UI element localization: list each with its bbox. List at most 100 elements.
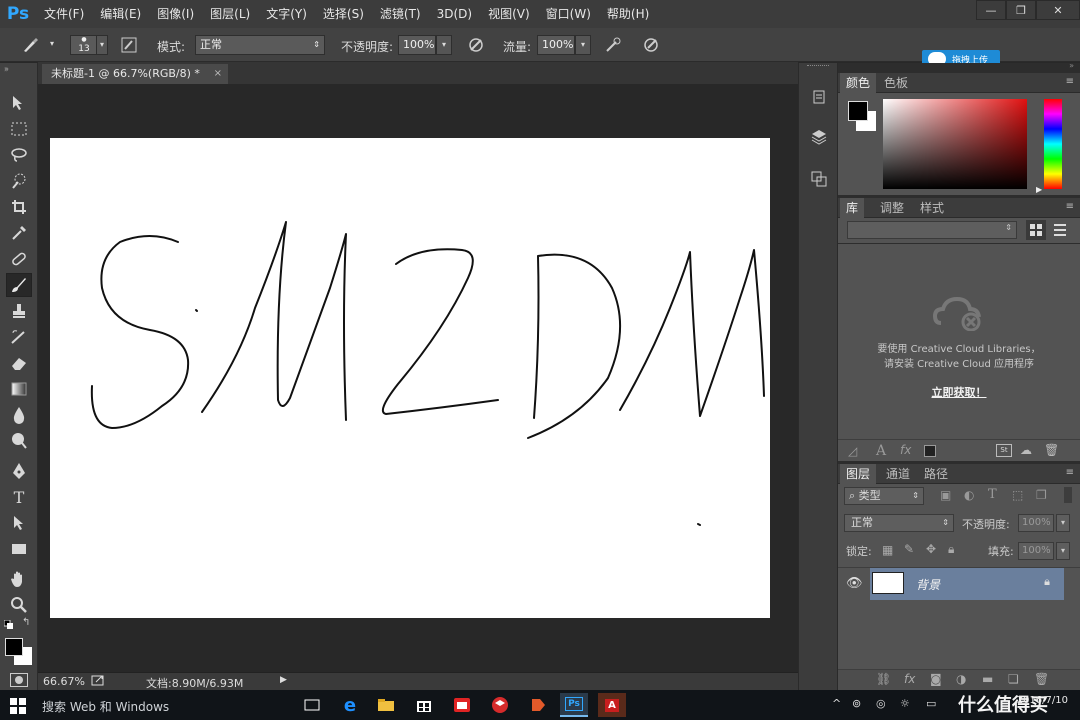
task-view-icon[interactable] (298, 693, 326, 717)
menu-select[interactable]: 选择(S) (315, 0, 372, 28)
tab-swatches[interactable]: 色板 (878, 73, 914, 93)
pen-icon[interactable] (6, 459, 32, 483)
stock-icon[interactable]: St (996, 444, 1012, 457)
color-field[interactable] (883, 99, 1027, 189)
layer-row-background[interactable]: 👁︎ 背景 🔒︎ (838, 567, 1080, 600)
brush-icon[interactable] (6, 273, 32, 297)
link-layers-icon[interactable]: ⛓︎ (876, 672, 891, 686)
layer-opacity-dropdown[interactable]: ▾ (1056, 514, 1070, 532)
brush-size-picker[interactable]: ● 13 (70, 35, 98, 55)
file-explorer-icon[interactable] (372, 693, 400, 717)
flow-input[interactable]: 100% (537, 35, 575, 55)
opacity-dropdown[interactable]: ▾ (436, 35, 452, 55)
dodge-icon[interactable] (6, 429, 32, 453)
menu-image[interactable]: 图像(I) (149, 0, 202, 28)
app-red-icon[interactable] (448, 693, 476, 717)
history-brush-icon[interactable] (6, 325, 32, 349)
hand-icon[interactable] (6, 567, 32, 591)
close-button[interactable]: ✕ (1036, 0, 1080, 20)
lock-position-icon[interactable]: ✥ (926, 542, 936, 556)
photoshop-taskbar-icon[interactable]: Ps (560, 693, 588, 717)
layer-fx-icon[interactable]: fx (904, 672, 915, 686)
quick-select-icon[interactable] (6, 169, 32, 193)
marquee-icon[interactable] (6, 117, 32, 141)
close-tab-icon[interactable]: × (214, 64, 222, 84)
properties-panel-icon[interactable] (807, 125, 831, 149)
brush-panel-toggle-icon[interactable] (118, 35, 140, 55)
new-layer-icon[interactable]: ❏ (1008, 672, 1019, 686)
menu-help[interactable]: 帮助(H) (599, 0, 657, 28)
eyedropper-icon[interactable] (6, 221, 32, 245)
document-canvas[interactable] (50, 138, 770, 618)
gradient-icon[interactable] (6, 377, 32, 401)
restore-button[interactable]: ❐ (1006, 0, 1036, 20)
tray-expand-icon[interactable]: ^ (832, 697, 841, 710)
tray-notify-icon[interactable]: ▭ (926, 697, 936, 710)
blend-mode-select[interactable]: 正常 ⇕ (844, 514, 954, 532)
healing-icon[interactable] (6, 247, 32, 271)
color-panel-menu-icon[interactable]: ≡ (1066, 76, 1074, 87)
document-tab[interactable]: 未标题-1 @ 66.7%(RGB/8) * × (42, 64, 228, 84)
tab-paths[interactable]: 路径 (918, 464, 954, 484)
windows-start-icon[interactable] (10, 698, 26, 714)
list-view-icon[interactable] (1050, 220, 1070, 240)
layer-filter-select[interactable]: ⌕ 类型 ⇕ (844, 487, 924, 505)
taskbar-search[interactable]: 搜索 Web 和 Windows (42, 698, 169, 715)
type-icon[interactable]: T (6, 485, 32, 509)
hue-slider[interactable] (1044, 99, 1062, 189)
default-colors-icon[interactable] (3, 619, 14, 629)
tab-layers[interactable]: 图层 (840, 464, 877, 484)
lock-transparency-icon[interactable]: ▦ (882, 543, 893, 557)
tray-app-icon[interactable]: ☼ (900, 697, 910, 710)
tab-adjustments[interactable]: 调整 (874, 198, 910, 218)
add-character-style-icon[interactable]: A (876, 443, 886, 459)
foreground-color-swatch[interactable] (5, 638, 23, 656)
filter-pixel-icon[interactable]: ▣ (940, 488, 951, 502)
app-tag-icon[interactable] (524, 693, 552, 717)
menu-window[interactable]: 窗口(W) (538, 0, 599, 28)
zoom-level[interactable]: 66.67% (43, 675, 85, 688)
path-select-icon[interactable] (6, 511, 32, 535)
lock-pixels-icon[interactable]: ✎ (904, 542, 914, 556)
library-trash-icon[interactable]: 🗑 (1044, 443, 1059, 457)
lasso-icon[interactable] (6, 143, 32, 167)
acrobat-taskbar-icon[interactable]: A (598, 693, 626, 717)
airbrush-icon[interactable] (602, 35, 624, 55)
filter-shape-icon[interactable]: ⬚ (1012, 488, 1023, 502)
tab-styles[interactable]: 样式 (914, 198, 950, 218)
menu-file[interactable]: 文件(F) (36, 0, 92, 28)
new-group-icon[interactable]: ▬ (982, 672, 993, 686)
minimize-button[interactable]: — (976, 0, 1006, 20)
filter-type-icon[interactable]: T (988, 487, 997, 502)
panels-collapse-icon[interactable]: » (1069, 61, 1074, 70)
menu-type[interactable]: 文字(Y) (258, 0, 315, 28)
pressure-size-icon[interactable] (640, 35, 662, 55)
rectangle-icon[interactable] (6, 537, 32, 561)
add-layer-style-icon[interactable]: fx (900, 443, 911, 457)
move-icon[interactable] (6, 91, 32, 115)
library-panel-menu-icon[interactable]: ≡ (1066, 201, 1074, 212)
tab-libraries[interactable]: 库 (840, 198, 865, 218)
brush-preset-icon[interactable] (20, 35, 42, 55)
menu-layer[interactable]: 图层(L) (202, 0, 258, 28)
tray-network-icon[interactable]: ⊚ (852, 697, 861, 710)
status-menu-arrow[interactable]: ▶ (280, 675, 287, 685)
library-select[interactable]: ⇕ (847, 221, 1017, 239)
flow-dropdown[interactable]: ▾ (575, 35, 591, 55)
menu-view[interactable]: 视图(V) (480, 0, 538, 28)
stamp-icon[interactable] (6, 299, 32, 323)
crop-icon[interactable] (6, 195, 32, 219)
get-now-link[interactable]: 立即获取！ (838, 384, 1080, 400)
store-icon[interactable] (410, 693, 438, 717)
adjustment-layer-icon[interactable]: ◑ (956, 672, 966, 686)
mode-select[interactable]: 正常 ⇕ (195, 35, 325, 55)
layer-name[interactable]: 背景 (916, 576, 940, 593)
filter-smart-object-icon[interactable]: ❐ (1036, 488, 1047, 502)
tab-channels[interactable]: 通道 (880, 464, 916, 484)
fill-input[interactable]: 100% (1018, 542, 1054, 560)
brush-size-dropdown[interactable]: ▾ (96, 35, 108, 55)
panel-foreground-swatch[interactable] (848, 101, 868, 121)
fill-dropdown[interactable]: ▾ (1056, 542, 1070, 560)
filter-adjustment-icon[interactable]: ◐ (964, 488, 974, 502)
blur-icon[interactable] (6, 403, 32, 427)
